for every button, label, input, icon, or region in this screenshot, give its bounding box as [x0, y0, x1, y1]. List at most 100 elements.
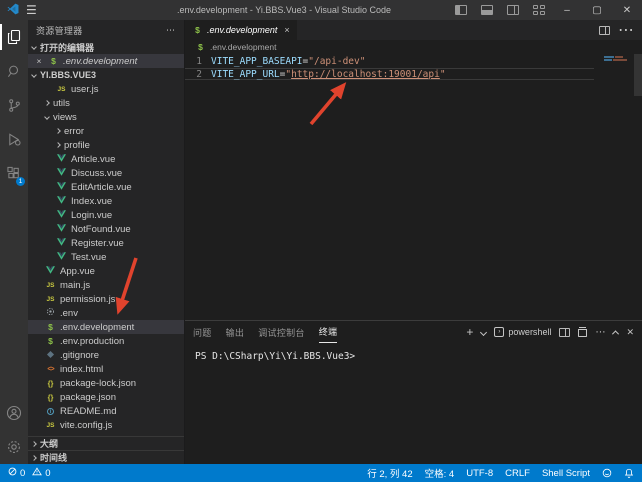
close-icon[interactable]: ×: [34, 56, 44, 66]
search-icon[interactable]: [0, 54, 28, 88]
new-terminal-icon[interactable]: +: [466, 325, 473, 339]
error-icon: [8, 467, 17, 479]
tree-item-login-vue[interactable]: Login.vue: [28, 208, 184, 222]
timeline-section-header[interactable]: 时间线: [28, 450, 184, 464]
tree-item-package-json[interactable]: {}package.json: [28, 390, 184, 404]
editor-more-icon[interactable]: ⋯: [618, 20, 634, 40]
tree-folder-profile[interactable]: profile: [28, 138, 184, 152]
breadcrumb[interactable]: $ .env.development: [185, 40, 642, 54]
terminal-output[interactable]: PS D:\CSharp\Yi\Yi.BBS.Vue3>: [185, 343, 642, 464]
tree-item-editarticle-vue[interactable]: EditArticle.vue: [28, 180, 184, 194]
tree-item-index-vue[interactable]: Index.vue: [28, 194, 184, 208]
js-file-icon: JS: [45, 281, 56, 290]
vue-file-icon: [56, 238, 67, 249]
chevron-down-icon: [31, 72, 37, 78]
editor-group: $ .env.development × ⋯ $ .env.developmen…: [185, 20, 642, 464]
editor-scrollbar[interactable]: [634, 54, 642, 96]
explorer-more-icon[interactable]: ⋯: [166, 25, 176, 36]
extensions-icon[interactable]: 1: [0, 156, 28, 190]
open-editors-header[interactable]: 打开的编辑器: [28, 40, 184, 54]
split-editor-icon[interactable]: [599, 26, 610, 35]
toggle-secondary-sidebar-icon[interactable]: [500, 0, 526, 20]
outline-section-header[interactable]: 大纲: [28, 436, 184, 450]
tab-close-icon[interactable]: ×: [284, 25, 289, 35]
minimize-button[interactable]: –: [552, 0, 582, 20]
open-editor-item-env-development[interactable]: × $ .env.development: [28, 54, 184, 68]
tree-item-package-lock-json[interactable]: {}package-lock.json: [28, 376, 184, 390]
close-panel-icon[interactable]: ✕: [626, 327, 634, 338]
tree-item--gitignore[interactable]: .gitignore: [28, 348, 184, 362]
language-mode[interactable]: Shell Script: [542, 468, 590, 479]
terminal-shell-select[interactable]: › powershell: [494, 327, 551, 337]
source-control-icon[interactable]: [0, 88, 28, 122]
code-editor[interactable]: 1VITE_APP_BASEAPI="/api-dev"2VITE_APP_UR…: [185, 54, 642, 320]
shell-file-icon: $: [45, 323, 56, 332]
toggle-panel-icon[interactable]: [474, 0, 500, 20]
problems-status[interactable]: 0 0: [8, 467, 51, 479]
chevron-right-icon: [31, 441, 37, 447]
tree-item-test-vue[interactable]: Test.vue: [28, 250, 184, 264]
powershell-icon: ›: [494, 327, 504, 337]
split-terminal-icon[interactable]: [559, 328, 570, 337]
notifications-bell-icon[interactable]: [624, 468, 634, 478]
chevron-down-icon: [31, 44, 37, 50]
account-icon[interactable]: [0, 396, 28, 430]
title-bar: ☰ .env.development - Yi.BBS.Vue3 - Visua…: [0, 0, 642, 20]
panel-more-icon[interactable]: ⋯: [595, 327, 605, 338]
maximize-panel-icon[interactable]: [612, 330, 619, 337]
eol-setting[interactable]: CRLF: [505, 468, 530, 479]
project-root-header[interactable]: YI.BBS.VUE3: [28, 68, 184, 82]
feedback-icon[interactable]: [602, 468, 612, 478]
tree-item-permission-js[interactable]: JSpermission.js: [28, 292, 184, 306]
tree-folder-utils[interactable]: utils: [28, 96, 184, 110]
vue-file-icon: [56, 182, 67, 193]
tree-item-vite-config-js[interactable]: JSvite.config.js: [28, 418, 184, 432]
panel-tab-item[interactable]: 调试控制台: [258, 321, 305, 343]
tree-item-register-vue[interactable]: Register.vue: [28, 236, 184, 250]
vue-file-icon: [56, 252, 67, 263]
tree-item-app-vue[interactable]: App.vue: [28, 264, 184, 278]
tree-folder-views[interactable]: views: [28, 110, 184, 124]
tree-item-notfound-vue[interactable]: NotFound.vue: [28, 222, 184, 236]
tree-item-main-js[interactable]: JSmain.js: [28, 278, 184, 292]
run-debug-icon[interactable]: [0, 122, 28, 156]
tree-item-readme-md[interactable]: iREADME.md: [28, 404, 184, 418]
encoding-setting[interactable]: UTF-8: [466, 468, 493, 479]
minimap[interactable]: [604, 56, 632, 62]
tree-item-index-html[interactable]: <>index.html: [28, 362, 184, 376]
customize-layout-icon[interactable]: [526, 0, 552, 20]
terminal-dropdown-icon[interactable]: [480, 328, 487, 335]
menu-icon[interactable]: ☰: [26, 3, 37, 17]
tree-item-article-vue[interactable]: Article.vue: [28, 152, 184, 166]
maximize-button[interactable]: ▢: [582, 0, 612, 20]
tree-item-discuss-vue[interactable]: Discuss.vue: [28, 166, 184, 180]
tree-item-user-js[interactable]: JSuser.js: [28, 82, 184, 96]
indentation-setting[interactable]: 空格: 4: [425, 466, 455, 480]
panel-tab-terminal-active[interactable]: 终端: [319, 321, 338, 343]
cursor-position[interactable]: 行 2, 列 42: [367, 466, 412, 480]
panel-header: 问题输出调试控制台终端 + › powershell ⋯ ✕: [185, 321, 642, 343]
kill-terminal-icon[interactable]: [578, 327, 587, 337]
tree-item--env-development[interactable]: $.env.development: [28, 320, 184, 334]
code-line-2: 2VITE_APP_URL="http://localhost:19001/ap…: [185, 68, 594, 80]
settings-gear-icon[interactable]: [0, 430, 28, 464]
toggle-primary-sidebar-icon[interactable]: [448, 0, 474, 20]
panel-tab-item[interactable]: 输出: [226, 321, 245, 343]
panel-tab-item[interactable]: 问题: [193, 321, 212, 343]
tree-item--env-production[interactable]: $.env.production: [28, 334, 184, 348]
bottom-panel: 问题输出调试控制台终端 + › powershell ⋯ ✕: [185, 320, 642, 464]
code-line-1: 1VITE_APP_BASEAPI="/api-dev": [185, 56, 642, 68]
tab-env-development[interactable]: $ .env.development ×: [185, 20, 298, 40]
tab-bar: $ .env.development × ⋯: [185, 20, 642, 40]
js-file-icon: JS: [56, 85, 67, 94]
js-file-icon: JS: [45, 421, 56, 430]
chevron-right-icon: [31, 455, 37, 461]
chevron-down-icon: [44, 114, 50, 120]
tree-item--env[interactable]: .env: [28, 306, 184, 320]
shell-file-icon: $: [48, 57, 59, 66]
close-button[interactable]: ✕: [612, 0, 642, 20]
tree-folder-error[interactable]: error: [28, 124, 184, 138]
vue-file-icon: [56, 168, 67, 179]
explorer-icon[interactable]: [0, 20, 28, 54]
shell-file-icon: $: [195, 43, 206, 52]
